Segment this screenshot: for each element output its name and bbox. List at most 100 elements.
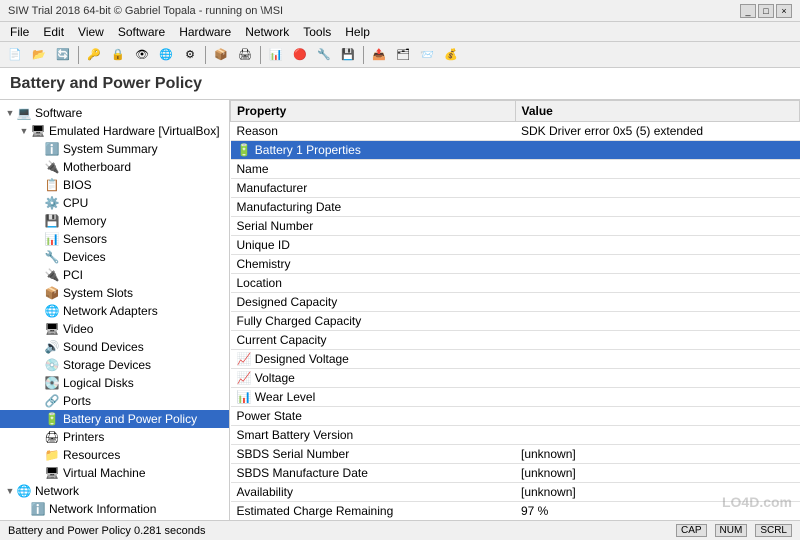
table-row[interactable]: 🔋 Battery 1 Properties bbox=[231, 141, 800, 160]
minimize-button[interactable]: _ bbox=[740, 4, 756, 18]
expand-icon-network[interactable]: ▼ bbox=[4, 485, 16, 497]
menu-network[interactable]: Network bbox=[239, 23, 295, 41]
expand-icon-pci[interactable] bbox=[32, 269, 44, 281]
toolbar-btn14[interactable]: 📨 bbox=[416, 44, 438, 66]
toolbar-btn7[interactable]: 🖨 bbox=[234, 44, 256, 66]
sidebar-item-pci[interactable]: 🔌PCI bbox=[0, 266, 229, 284]
sidebar-item-sensors[interactable]: 📊Sensors bbox=[0, 230, 229, 248]
sidebar-item-ports[interactable]: 🔗Ports bbox=[0, 392, 229, 410]
expand-icon-network-adapters[interactable] bbox=[32, 305, 44, 317]
table-row[interactable]: Name bbox=[231, 160, 800, 179]
expand-icon-battery-power[interactable] bbox=[32, 413, 44, 425]
toolbar-btn15[interactable]: 💰 bbox=[440, 44, 462, 66]
menu-view[interactable]: View bbox=[72, 23, 110, 41]
expand-icon-devices[interactable] bbox=[32, 251, 44, 263]
sidebar-item-logical-disks[interactable]: 💽Logical Disks bbox=[0, 374, 229, 392]
sidebar-item-memory[interactable]: 💾Memory bbox=[0, 212, 229, 230]
sidebar-item-system-summary[interactable]: ℹ️System Summary bbox=[0, 140, 229, 158]
expand-icon-bios[interactable] bbox=[32, 179, 44, 191]
menu-help[interactable]: Help bbox=[339, 23, 376, 41]
table-row[interactable]: Fully Charged Capacity bbox=[231, 312, 800, 331]
table-row[interactable]: Unique ID bbox=[231, 236, 800, 255]
toolbar-btn10[interactable]: 🔧 bbox=[313, 44, 335, 66]
sidebar-item-bios[interactable]: 📋BIOS bbox=[0, 176, 229, 194]
table-row[interactable]: Chemistry bbox=[231, 255, 800, 274]
expand-icon-system-slots[interactable] bbox=[32, 287, 44, 299]
toolbar-btn8[interactable]: 📊 bbox=[265, 44, 287, 66]
expand-icon-sound-devices[interactable] bbox=[32, 341, 44, 353]
toolbar-new[interactable]: 📄 bbox=[4, 44, 26, 66]
expand-icon-virtual-machine[interactable] bbox=[32, 467, 44, 479]
title-bar-buttons[interactable]: _ □ × bbox=[740, 4, 792, 18]
expand-icon-software[interactable]: ▼ bbox=[4, 107, 16, 119]
table-row[interactable]: ReasonSDK Driver error 0x5 (5) extended bbox=[231, 122, 800, 141]
toolbar-btn1[interactable]: 🔑 bbox=[83, 44, 105, 66]
expand-icon-storage-devices[interactable] bbox=[32, 359, 44, 371]
sidebar-item-sound-devices[interactable]: 🔊Sound Devices bbox=[0, 338, 229, 356]
table-row[interactable]: Location bbox=[231, 274, 800, 293]
table-row[interactable]: 📈 Designed Voltage bbox=[231, 350, 800, 369]
table-row[interactable]: Estimated Charge Remaining97 % bbox=[231, 502, 800, 521]
table-row[interactable]: Power State bbox=[231, 407, 800, 426]
toolbar-btn2[interactable]: 🔒 bbox=[107, 44, 129, 66]
sidebar-item-network-adapters[interactable]: 🌐Network Adapters bbox=[0, 302, 229, 320]
expand-icon-video[interactable] bbox=[32, 323, 44, 335]
sidebar-item-motherboard[interactable]: 🔌Motherboard bbox=[0, 158, 229, 176]
sidebar-item-system-slots[interactable]: 📦System Slots bbox=[0, 284, 229, 302]
sidebar-item-devices[interactable]: 🔧Devices bbox=[0, 248, 229, 266]
table-row[interactable]: Manufacturer bbox=[231, 179, 800, 198]
table-row[interactable]: 📊 Wear Level bbox=[231, 388, 800, 407]
toolbar-btn11[interactable]: 💾 bbox=[337, 44, 359, 66]
sidebar-item-emulated[interactable]: ▼🖥Emulated Hardware [VirtualBox] bbox=[0, 122, 229, 140]
table-row[interactable]: Manufacturing Date bbox=[231, 198, 800, 217]
expand-icon-logical-disks[interactable] bbox=[32, 377, 44, 389]
sidebar-item-network[interactable]: ▼🌐Network bbox=[0, 482, 229, 500]
maximize-button[interactable]: □ bbox=[758, 4, 774, 18]
table-row[interactable]: SBDS Manufacture Date[unknown] bbox=[231, 464, 800, 483]
expand-icon-printers[interactable] bbox=[32, 431, 44, 443]
menu-file[interactable]: File bbox=[4, 23, 35, 41]
menu-software[interactable]: Software bbox=[112, 23, 171, 41]
toolbar-btn5[interactable]: ⚙ bbox=[179, 44, 201, 66]
toolbar-open[interactable]: 📂 bbox=[28, 44, 50, 66]
sidebar-item-cpu[interactable]: ⚙️CPU bbox=[0, 194, 229, 212]
toolbar-refresh[interactable]: 🔄 bbox=[52, 44, 74, 66]
sidebar-item-printers[interactable]: 🖨Printers bbox=[0, 428, 229, 446]
sidebar-item-resources[interactable]: 📁Resources bbox=[0, 446, 229, 464]
property-table-container[interactable]: Property Value ReasonSDK Driver error 0x… bbox=[230, 100, 800, 520]
toolbar-btn13[interactable]: 🗂 bbox=[392, 44, 414, 66]
table-row[interactable]: 📈 Voltage bbox=[231, 369, 800, 388]
table-row[interactable]: Smart Battery Version bbox=[231, 426, 800, 445]
item-icon-motherboard: 🔌 bbox=[44, 159, 60, 175]
expand-icon-cpu[interactable] bbox=[32, 197, 44, 209]
expand-icon-memory[interactable] bbox=[32, 215, 44, 227]
sidebar-item-video[interactable]: 🖥Video bbox=[0, 320, 229, 338]
expand-icon-motherboard[interactable] bbox=[32, 161, 44, 173]
table-row[interactable]: Current Capacity bbox=[231, 331, 800, 350]
toolbar-btn12[interactable]: 📤 bbox=[368, 44, 390, 66]
sidebar-item-network-connections[interactable]: 🔗Network Connections bbox=[0, 518, 229, 520]
menu-hardware[interactable]: Hardware bbox=[173, 23, 237, 41]
toolbar-btn3[interactable]: 👁 bbox=[131, 44, 153, 66]
expand-icon-network-info[interactable] bbox=[18, 503, 30, 515]
expand-icon-system-summary[interactable] bbox=[32, 143, 44, 155]
toolbar-btn6[interactable]: 📦 bbox=[210, 44, 232, 66]
toolbar-btn4[interactable]: 🌐 bbox=[155, 44, 177, 66]
table-row[interactable]: SBDS Serial Number[unknown] bbox=[231, 445, 800, 464]
table-row[interactable]: Designed Capacity bbox=[231, 293, 800, 312]
table-row[interactable]: Availability[unknown] bbox=[231, 483, 800, 502]
sidebar-item-storage-devices[interactable]: 💿Storage Devices bbox=[0, 356, 229, 374]
expand-icon-sensors[interactable] bbox=[32, 233, 44, 245]
expand-icon-ports[interactable] bbox=[32, 395, 44, 407]
sidebar-item-battery-power[interactable]: 🔋Battery and Power Policy bbox=[0, 410, 229, 428]
close-button[interactable]: × bbox=[776, 4, 792, 18]
table-row[interactable]: Serial Number bbox=[231, 217, 800, 236]
sidebar-item-network-info[interactable]: ℹ️Network Information bbox=[0, 500, 229, 518]
expand-icon-resources[interactable] bbox=[32, 449, 44, 461]
sidebar-item-virtual-machine[interactable]: 🖥Virtual Machine bbox=[0, 464, 229, 482]
expand-icon-emulated[interactable]: ▼ bbox=[18, 125, 30, 137]
sidebar-item-software[interactable]: ▼💻Software bbox=[0, 104, 229, 122]
menu-tools[interactable]: Tools bbox=[297, 23, 337, 41]
menu-edit[interactable]: Edit bbox=[37, 23, 70, 41]
toolbar-btn9[interactable]: 🔴 bbox=[289, 44, 311, 66]
